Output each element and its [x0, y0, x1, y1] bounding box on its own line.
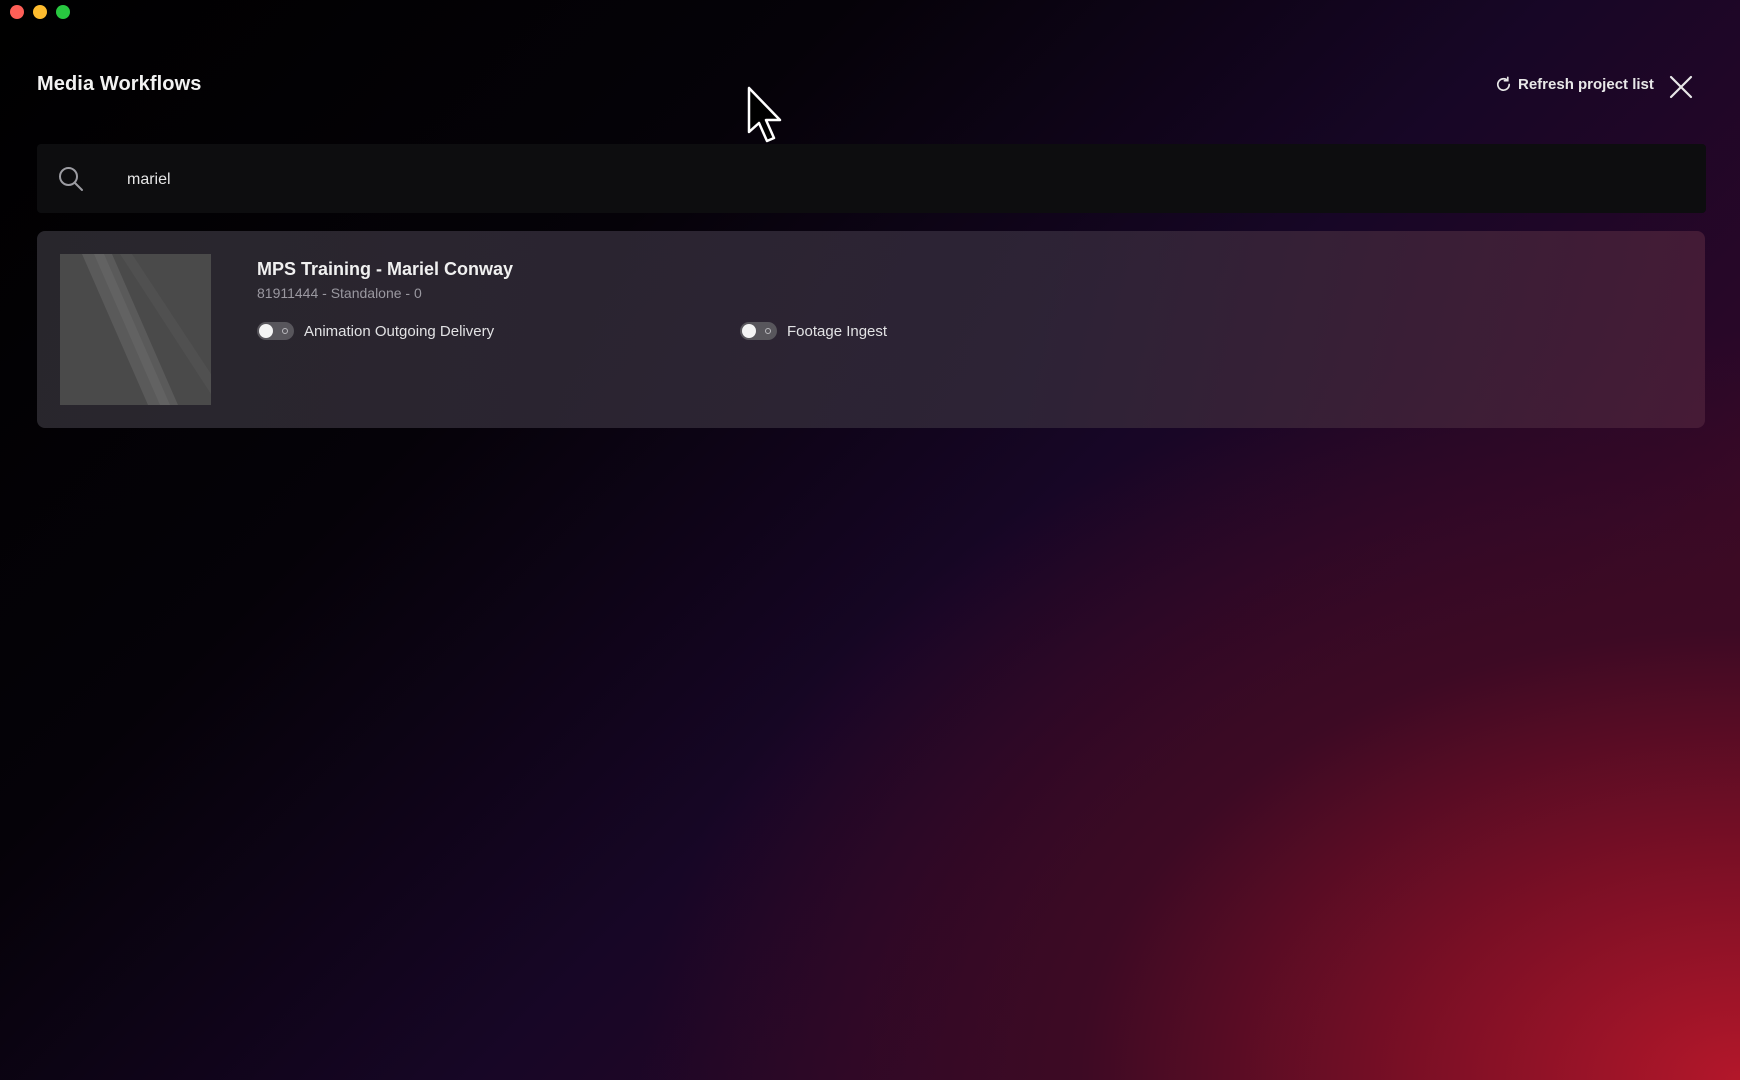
window-close-button[interactable] — [10, 5, 24, 19]
toggle-off-icon — [765, 328, 771, 334]
toggle-off-icon — [282, 328, 288, 334]
project-subtitle: 81911444 - Standalone - 0 — [257, 285, 422, 301]
page-title: Media Workflows — [37, 73, 202, 95]
project-card[interactable]: MPS Training - Mariel Conway 81911444 - … — [37, 231, 1705, 428]
search-input[interactable] — [125, 144, 1629, 215]
window-maximize-button[interactable] — [56, 5, 70, 19]
workflow-animation-outgoing-delivery[interactable]: Animation Outgoing Delivery — [257, 322, 494, 340]
window-controls — [10, 5, 70, 19]
search-bar — [37, 144, 1706, 215]
mouse-pointer-icon — [746, 86, 786, 144]
search-icon — [57, 165, 85, 193]
workflow-label: Animation Outgoing Delivery — [304, 322, 495, 340]
workflow-label: Footage Ingest — [787, 322, 888, 340]
workflow-toggle[interactable] — [740, 322, 777, 340]
workflow-footage-ingest[interactable]: Footage Ingest — [740, 322, 887, 340]
toggle-knob — [259, 324, 273, 338]
project-title: MPS Training - Mariel Conway — [257, 259, 514, 279]
refresh-icon — [1494, 75, 1513, 94]
window-minimize-button[interactable] — [33, 5, 47, 19]
refresh-project-list-button[interactable]: Refresh project list — [1494, 75, 1654, 94]
project-thumbnail — [60, 254, 211, 405]
refresh-label: Refresh project list — [1518, 76, 1654, 93]
toggle-knob — [742, 324, 756, 338]
close-icon[interactable] — [1669, 75, 1693, 99]
workflow-toggle[interactable] — [257, 322, 294, 340]
